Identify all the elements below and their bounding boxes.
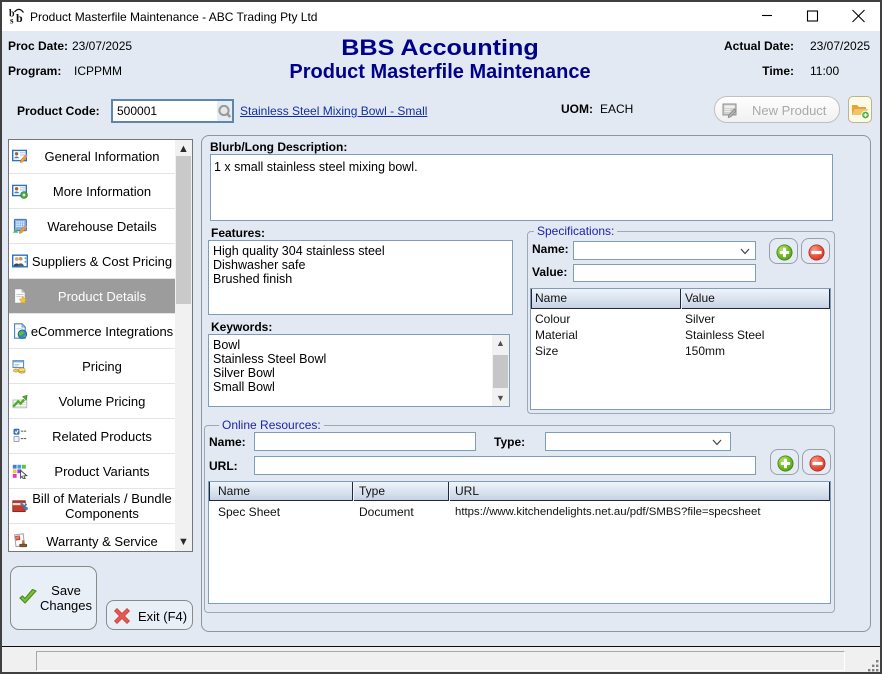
svg-text:s: s <box>10 16 14 25</box>
svg-text:b: b <box>16 11 23 24</box>
